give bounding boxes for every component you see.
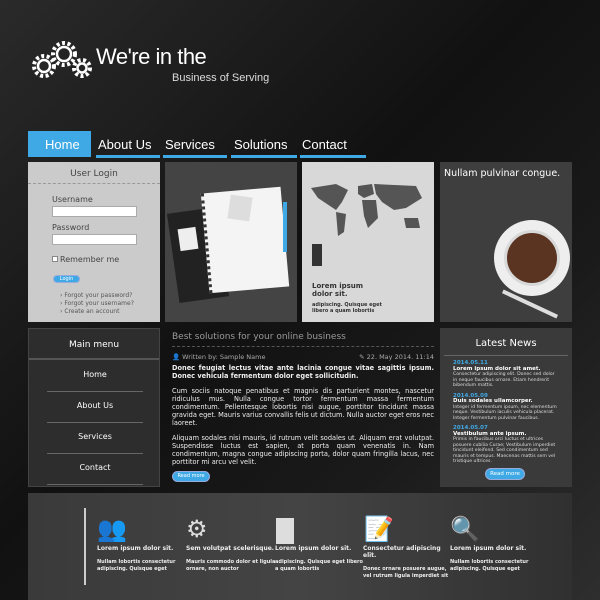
feature-title: Sem volutpat scelerisque. <box>186 545 275 552</box>
nav-underline <box>163 155 227 158</box>
nav-underline <box>96 155 160 158</box>
footer-feature: Lorem ipsum dolor sit. Nullam lobortis co… <box>97 545 187 572</box>
article: Best solutions for your online business … <box>172 333 434 482</box>
article-paragraph: Aliquam sodales nisi mauris, id rutrum v… <box>172 434 434 466</box>
coffee <box>504 230 560 286</box>
world-map-icon <box>311 184 422 236</box>
feature-title: Lorem ipsum dolor sit. <box>450 545 527 552</box>
forgot-username-link[interactable]: › Forgot your username? <box>60 300 134 308</box>
link-text: Create an account <box>64 308 120 315</box>
feature-title: Lorem ipsum dolor sit. <box>275 545 352 552</box>
news-text: Integer id fermentum ipsum, nec elementu… <box>453 404 557 421</box>
nav-solutions[interactable]: Solutions <box>234 137 287 152</box>
team-icon: 👥 <box>97 515 127 543</box>
footer-feature: Lorem ipsum dolor sit. Nullam lobortis co… <box>450 545 540 572</box>
user-icon: 👤 <box>172 353 181 361</box>
menu-item-services[interactable]: Services <box>47 423 143 454</box>
news-read-more-button[interactable]: Read more <box>485 468 525 480</box>
footer-divider <box>84 508 86 585</box>
news-text: Primis in faucibus orci luctus et ultric… <box>453 437 556 464</box>
news-item[interactable]: 2014.05.11 Lorem ipsum dolor sit amet. Con… <box>440 360 572 389</box>
create-account-link[interactable]: › Create an account <box>60 308 134 316</box>
nav-about-us[interactable]: About Us <box>98 137 151 152</box>
feature-text: adipiscing. Quisque eget libero a quam l… <box>275 559 363 572</box>
coffee-panel: Nullam pulvinar congue. <box>440 162 572 322</box>
news-item[interactable]: 2014.05.09 Duis sodales ullamcorper. Integ… <box>440 393 572 422</box>
gear-user-icon: ⚙ <box>186 515 208 543</box>
password-label: Password <box>52 223 90 232</box>
logo-subtitle: Business of Serving <box>172 72 270 84</box>
footer-feature: Consectetur adipiscing elit. Donec ornare… <box>363 545 453 579</box>
search-user-icon: 🔍 <box>450 515 480 543</box>
main-menu-panel: Main menu Home About Us Services Contact <box>28 328 160 487</box>
feature-text: Nullam lobortis consectetur adipiscing. … <box>97 559 176 572</box>
article-paragraph: Cum sociis natoque penatibus et magnis d… <box>172 387 434 427</box>
gears-icon <box>32 41 92 78</box>
footer-feature: Lorem ipsum dolor sit. adipiscing. Quisqu… <box>275 545 365 572</box>
map-panel-text: adipiscing. Quisque eget libero a quam l… <box>312 302 382 314</box>
latest-news-panel: Latest News 2014.05.11 Lorem ipsum dolor … <box>440 328 572 487</box>
resume-icon: 📝 <box>364 515 394 543</box>
remember-label: Remember me <box>60 255 120 264</box>
feature-title: Consectetur adipiscing elit. <box>363 545 441 559</box>
coffee-panel-title: Nullam pulvinar congue. <box>444 168 561 179</box>
login-button[interactable]: Login <box>53 275 80 283</box>
menu-item-contact[interactable]: Contact <box>47 454 143 485</box>
podium-icon <box>312 244 322 266</box>
password-input[interactable] <box>52 234 137 245</box>
user-login-panel: User Login Username Password Remember me… <box>28 162 160 322</box>
article-date: ✎ 22. May 2014. 11:14 <box>359 353 434 361</box>
article-lead: Donec feugiat lectus vitae ante lacinia … <box>172 364 434 380</box>
news-title: Latest News <box>444 328 568 356</box>
menu-item-about-us[interactable]: About Us <box>47 392 143 423</box>
feature-text: Mauris commodo dolor et ligula ornare, n… <box>186 559 276 572</box>
pen-icon: ✎ <box>359 353 365 361</box>
notebook-image <box>165 162 297 322</box>
forgot-password-link[interactable]: › Forgot your password? <box>60 292 134 300</box>
speaker-podium-icon <box>276 514 312 544</box>
news-item[interactable]: 2014.05.07 Vestibulum ante ipsum. Primis i… <box>440 425 572 465</box>
nav-contact[interactable]: Contact <box>302 137 347 152</box>
remember-checkbox[interactable] <box>52 256 58 262</box>
nav-underline <box>231 155 297 158</box>
feature-title: Lorem ipsum dolor sit. <box>97 545 174 552</box>
username-label: Username <box>52 195 93 204</box>
bookmark <box>283 202 287 252</box>
footer-feature: Sem volutpat scelerisque. Mauris commodo … <box>186 545 276 572</box>
login-title: User Login <box>28 162 160 184</box>
nav-services[interactable]: Services <box>165 137 215 152</box>
logo-title: We're in the <box>96 44 207 69</box>
nav-underline <box>300 155 366 158</box>
photo-card <box>177 226 199 252</box>
nav-home[interactable]: Home <box>45 137 80 152</box>
menu-item-home[interactable]: Home <box>47 361 143 392</box>
map-panel: Lorem ipsum dolor sit. adipiscing. Quisq… <box>302 162 434 322</box>
sticky-note <box>227 194 253 222</box>
date-text: 22. May 2014. 11:14 <box>366 353 434 361</box>
link-text: Forgot your username? <box>64 300 134 307</box>
author-text: Written by: Sample Name <box>182 353 266 361</box>
news-text: Consectetur adipiscing elit. Donec sed d… <box>453 372 555 388</box>
article-author: 👤 Written by: Sample Name <box>172 353 265 361</box>
read-more-button[interactable]: Read more <box>172 471 210 482</box>
username-input[interactable] <box>52 206 137 217</box>
article-title: Best solutions for your online business <box>172 333 434 347</box>
feature-text: Donec ornare posuere augue, vel rutrum l… <box>363 566 449 579</box>
map-panel-title: Lorem ipsum dolor sit. <box>312 282 364 298</box>
feature-text: Nullam lobortis consectetur adipiscing. … <box>450 559 529 572</box>
link-text: Forgot your password? <box>64 292 133 299</box>
main-menu-title: Main menu <box>29 329 159 360</box>
